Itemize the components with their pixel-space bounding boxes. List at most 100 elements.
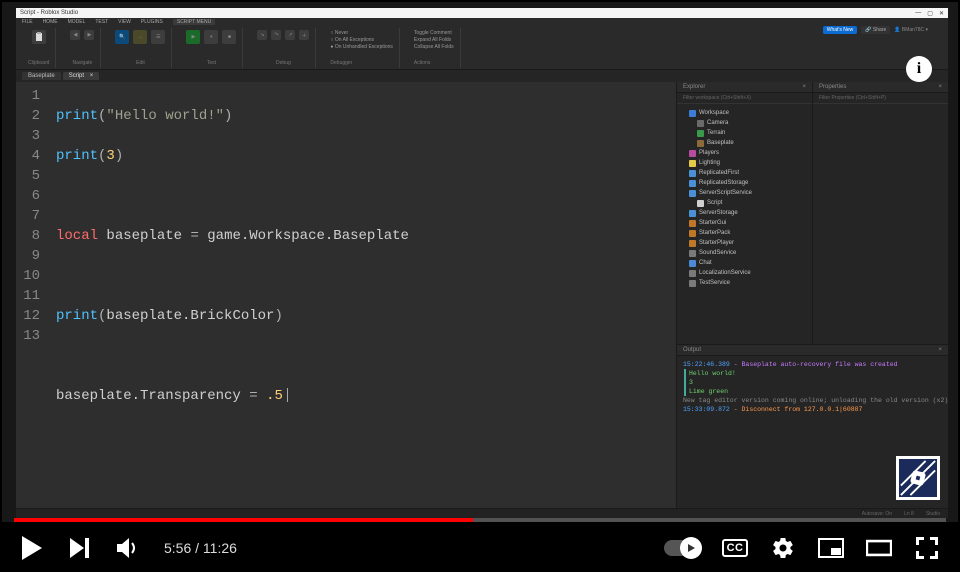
line-number: 13 — [16, 326, 40, 346]
tab-baseplate[interactable]: Baseplate — [22, 72, 61, 80]
panel-close-icon[interactable]: × — [938, 347, 942, 353]
menu-model[interactable]: MODEL — [68, 19, 86, 25]
explorer-item[interactable]: Players — [681, 148, 808, 158]
explorer-item[interactable]: Camera — [681, 118, 808, 128]
break-unhandled-option[interactable]: ● On Unhandled Exceptions — [330, 44, 393, 50]
menu-home[interactable]: HOME — [43, 19, 58, 25]
maximize-button[interactable]: ▢ — [927, 10, 933, 17]
autoplay-toggle[interactable] — [664, 540, 700, 556]
step-over-button[interactable]: ↷ — [271, 30, 281, 40]
channel-watermark[interactable] — [896, 456, 940, 500]
menu-script-menu[interactable]: SCRIPT MENU — [173, 19, 215, 25]
menu-view[interactable]: VIEW — [118, 19, 131, 25]
back-button[interactable]: ◀ — [70, 30, 80, 40]
progress-bar[interactable] — [14, 518, 946, 522]
code-line: print(3) — [56, 146, 409, 166]
window-titlebar: Script - Roblox Studio — ▢ ✕ — [16, 8, 948, 18]
replace-button[interactable]: ↔ — [133, 30, 147, 44]
pause-button[interactable]: ⏸ — [204, 30, 218, 44]
time-separator: / — [191, 540, 203, 556]
explorer-item[interactable]: Terrain — [681, 128, 808, 138]
menu-file[interactable]: FILE — [22, 19, 33, 25]
forward-button[interactable]: ▶ — [84, 30, 94, 40]
properties-search[interactable]: Filter Properties (Ctrl+Shift+P) — [813, 93, 948, 104]
collapse-folds-button[interactable]: Collapse All Folds — [414, 44, 454, 50]
ribbon-toolbar: Clipboard ◀ ▶ Navigate 🔍 ↔ ☰ Edit ▶ — [16, 26, 948, 70]
play-button[interactable] — [20, 535, 46, 561]
studio-label: Studio — [926, 511, 940, 517]
close-button[interactable]: ✕ — [939, 10, 944, 17]
explorer-item[interactable]: Baseplate — [681, 138, 808, 148]
explorer-item[interactable]: Workspace — [681, 108, 808, 118]
step-into-button[interactable]: ↘ — [257, 30, 267, 40]
status-bar: Autosave: On Ln 8 Studio — [16, 508, 948, 518]
tree-item-icon — [689, 190, 696, 197]
ribbon-group-actions: Toggle Comment Expand All Folds Collapse… — [408, 28, 461, 68]
play-button[interactable]: ▶ — [186, 30, 200, 44]
info-card-icon[interactable]: i — [906, 56, 932, 82]
code-line — [56, 426, 409, 446]
explorer-item[interactable]: Script — [681, 198, 808, 208]
total-time: 11:26 — [203, 540, 237, 556]
step-out-button[interactable]: ↗ — [285, 30, 295, 40]
tree-item-label: Terrain — [707, 128, 725, 138]
tab-script[interactable]: Script × — [63, 72, 100, 80]
captions-button[interactable]: CC — [722, 535, 748, 561]
break-never-option[interactable]: ○ Never — [330, 30, 393, 36]
explorer-search[interactable]: Filter workspace (Ctrl+Shift+X) — [677, 93, 812, 104]
next-button[interactable] — [68, 535, 94, 561]
explorer-tree[interactable]: WorkspaceCameraTerrainBaseplatePlayersLi… — [677, 104, 812, 292]
explorer-item[interactable]: ReplicatedStorage — [681, 178, 808, 188]
volume-button[interactable] — [116, 535, 142, 561]
code-line: print("Hello world!") — [56, 106, 409, 126]
panel-close-icon[interactable]: × — [938, 84, 942, 90]
explorer-item[interactable]: StarterPack — [681, 228, 808, 238]
explorer-item[interactable]: LocalizationService — [681, 268, 808, 278]
ribbon-group-clipboard: Clipboard — [22, 28, 56, 68]
explorer-item[interactable]: Lighting — [681, 158, 808, 168]
explorer-item[interactable]: SoundService — [681, 248, 808, 258]
menu-plugins[interactable]: PLUGINS — [141, 19, 163, 25]
output-body[interactable]: 15:22:46.389 - Baseplate auto-recovery f… — [677, 356, 948, 508]
output-line: New tag editor version coming online; un… — [683, 396, 942, 405]
tab-script-label: Script — [69, 73, 84, 79]
editor-tabs: Baseplate Script × — [16, 70, 948, 82]
fullscreen-button[interactable] — [914, 535, 940, 561]
find-button[interactable]: 🔍 — [115, 30, 129, 44]
theater-button[interactable] — [866, 535, 892, 561]
explorer-item[interactable]: StarterPlayer — [681, 238, 808, 248]
code-body[interactable]: print("Hello world!") print(3) local bas… — [48, 82, 409, 508]
right-panels: Explorer × Filter workspace (Ctrl+Shift+… — [676, 82, 948, 508]
autoplay-knob — [680, 537, 702, 559]
menu-test[interactable]: TEST — [95, 19, 108, 25]
add-watch-button[interactable]: ＋ — [299, 30, 309, 40]
settings-button[interactable] — [770, 535, 796, 561]
paste-button[interactable] — [32, 30, 46, 44]
tree-item-label: SoundService — [699, 248, 736, 258]
panel-close-icon[interactable]: × — [802, 84, 806, 90]
explorer-item[interactable]: ReplicatedFirst — [681, 168, 808, 178]
tab-close-icon[interactable]: × — [90, 73, 94, 79]
explorer-item[interactable]: ServerScriptService — [681, 188, 808, 198]
code-editor[interactable]: 1 2 3 4 5 6 7 8 9 10 11 12 13 print("Hel… — [16, 82, 676, 508]
miniplayer-button[interactable] — [818, 535, 844, 561]
line-number: 11 — [16, 286, 40, 306]
explorer-item[interactable]: Chat — [681, 258, 808, 268]
explorer-title: Explorer — [683, 84, 705, 90]
minimize-button[interactable]: — — [915, 10, 921, 17]
clipboard-label: Clipboard — [28, 60, 49, 66]
explorer-item[interactable]: ServerStorage — [681, 208, 808, 218]
expand-folds-button[interactable]: Expand All Folds — [414, 37, 454, 43]
player-controls: 5:56 / 11:26 CC — [0, 524, 960, 572]
select-button[interactable]: ☰ — [151, 30, 165, 44]
whats-new-button[interactable]: What's New — [823, 26, 858, 34]
menu-bar: FILE HOME MODEL TEST VIEW PLUGINS SCRIPT… — [16, 18, 948, 26]
explorer-item[interactable]: TestService — [681, 278, 808, 288]
tree-item-label: StarterPlayer — [699, 238, 734, 248]
stop-button[interactable]: ■ — [222, 30, 236, 44]
toggle-comment-button[interactable]: Toggle Comment — [414, 30, 454, 36]
share-button[interactable]: 🔗 Share — [861, 26, 890, 34]
user-badge[interactable]: 👤 BMan78C ▾ — [894, 27, 928, 33]
break-all-option[interactable]: ○ On All Exceptions — [330, 37, 393, 43]
explorer-item[interactable]: StarterGui — [681, 218, 808, 228]
